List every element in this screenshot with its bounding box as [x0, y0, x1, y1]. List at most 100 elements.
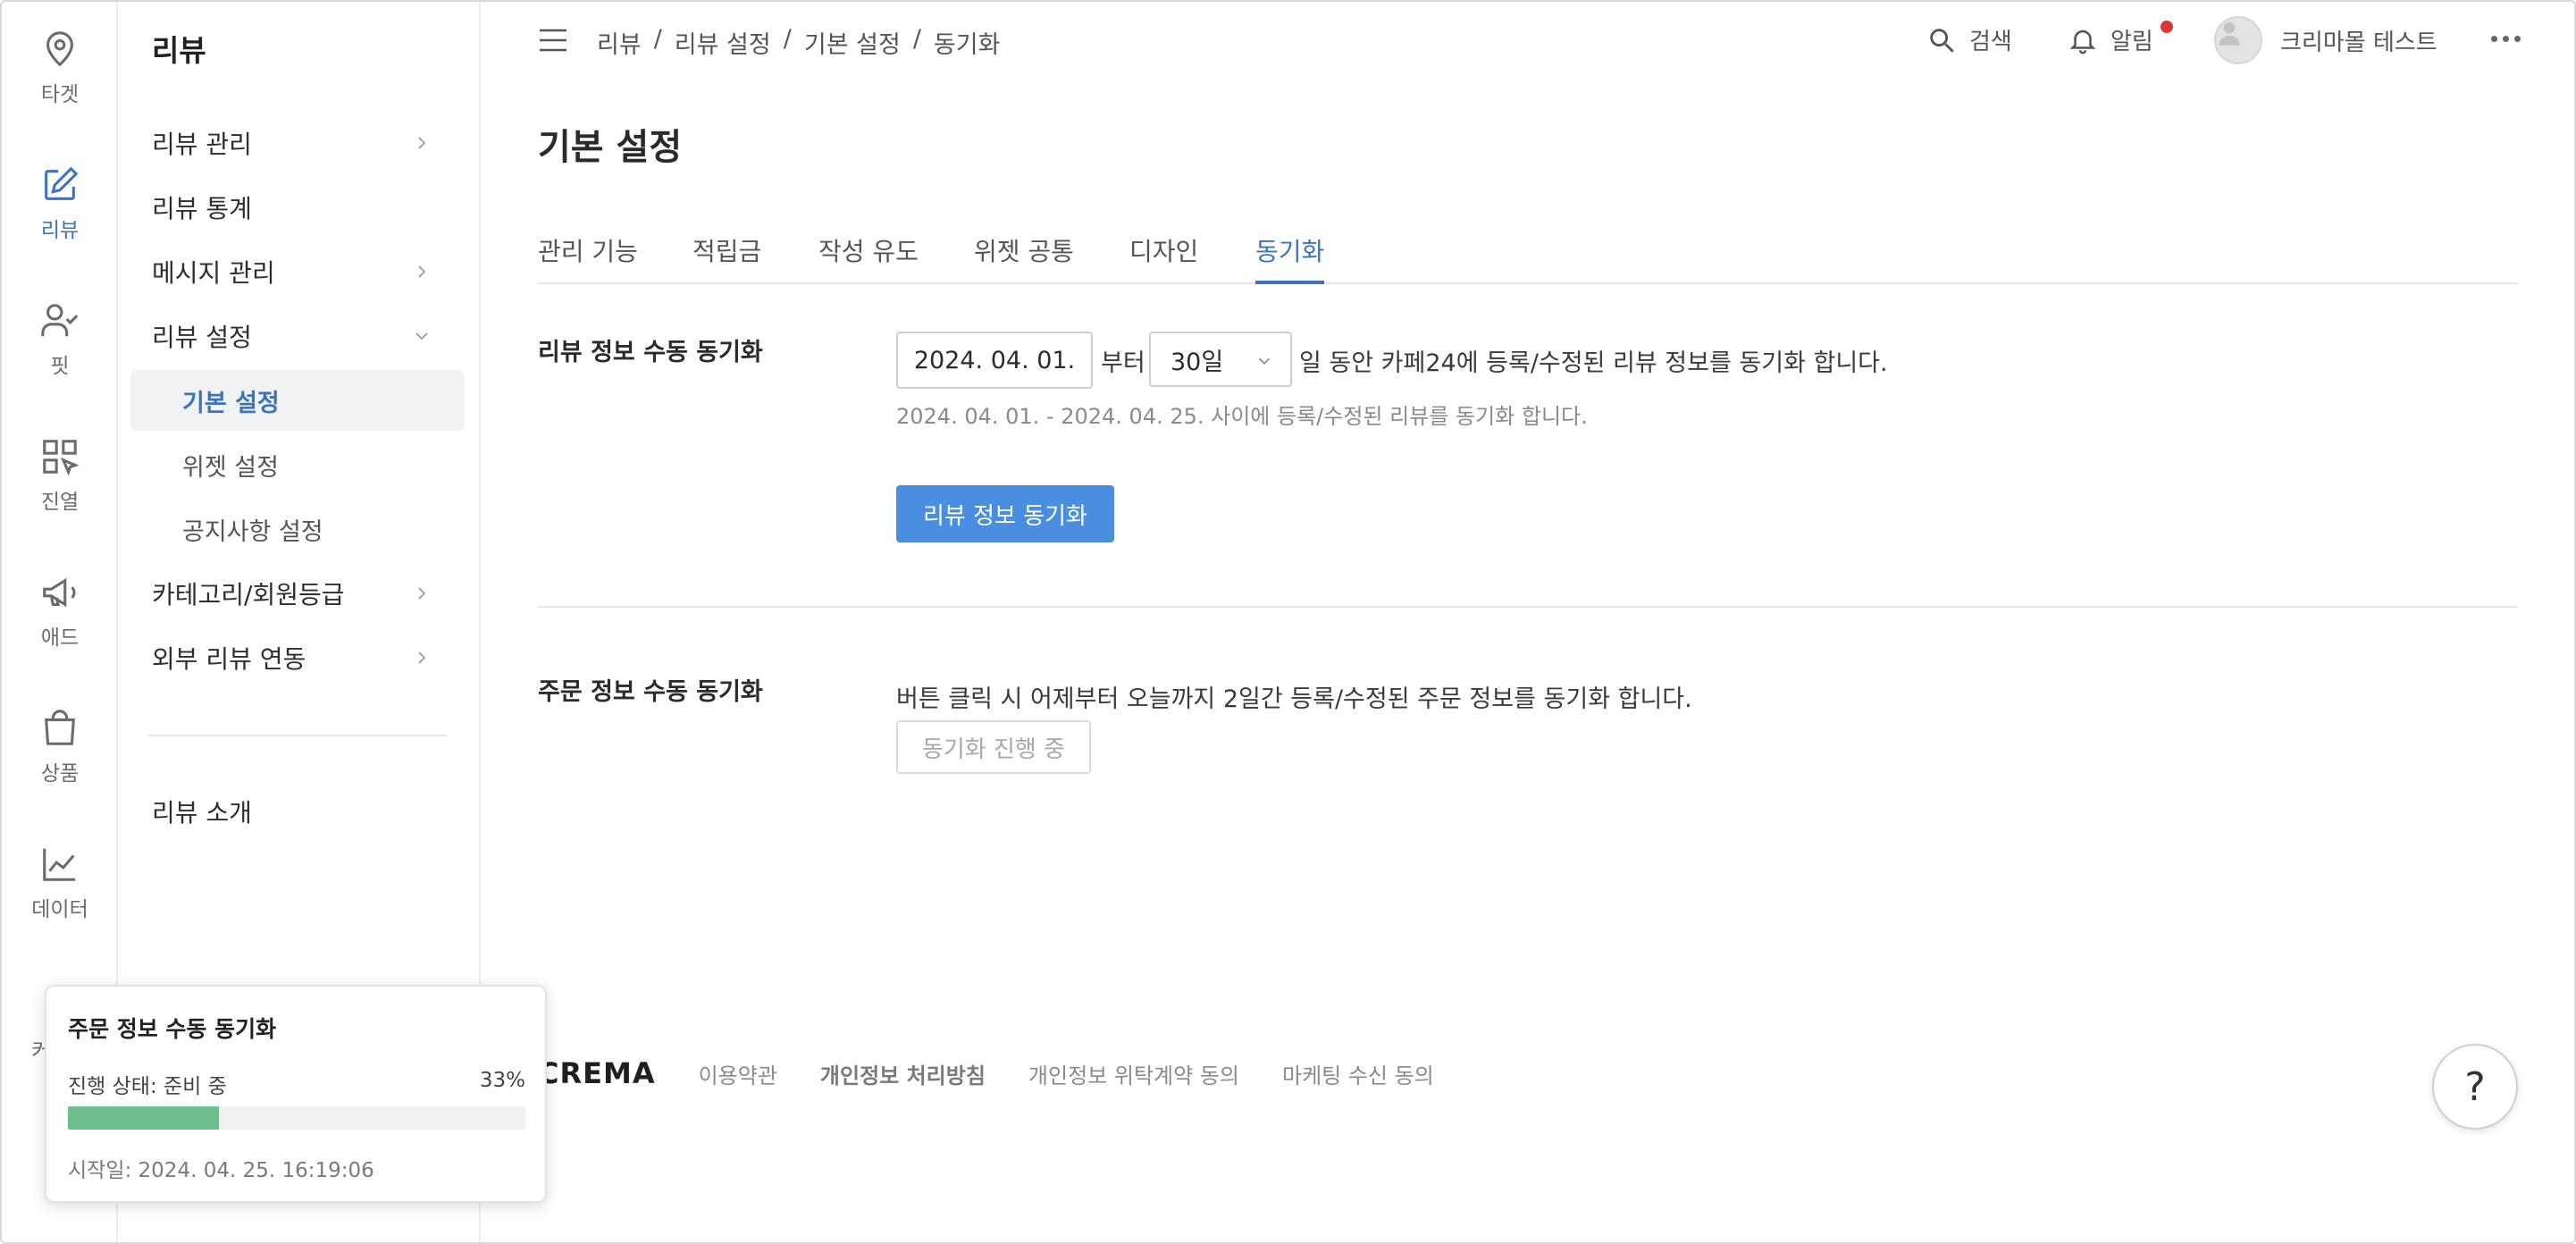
page-footer: CREMA 이용약관 개인정보 처리방침 개인정보 위탁계약 동의 마케팅 수신…	[538, 1056, 1477, 1090]
nav-item-label: 메시지 관리	[152, 258, 275, 288]
breadcrumb-separator: /	[912, 25, 921, 53]
breadcrumb-item[interactable]: 기본 설정	[804, 25, 901, 60]
sync-start-date-input[interactable]: 2024. 04. 01.	[896, 332, 1093, 389]
chevron-right-icon	[418, 265, 426, 278]
section-title: 리뷰	[152, 33, 206, 68]
order-sync-in-progress-button: 동기화 진행 중	[896, 720, 1091, 774]
nav-item-review-intro[interactable]: 리뷰 소개	[152, 781, 454, 842]
user-menu[interactable]: 크리마몰 테스트	[2214, 16, 2438, 64]
bell-icon	[2069, 29, 2096, 54]
chevron-down-icon	[1258, 357, 1271, 365]
top-bar: 리뷰 / 리뷰 설정 / 기본 설정 / 동기화 검색 알림 크리마몰 테스트	[481, 2, 2574, 80]
search-icon	[1930, 28, 1954, 53]
avatar	[2214, 16, 2262, 64]
breadcrumb-separator: /	[783, 25, 792, 53]
map-pin-icon	[46, 31, 73, 67]
chevron-down-icon	[415, 332, 428, 340]
from-text: 부터	[1101, 349, 1145, 377]
breadcrumb: 리뷰 / 리뷰 설정 / 기본 설정 / 동기화	[597, 25, 1000, 60]
nav-item-category-grade[interactable]: 카테고리/회원등급	[152, 563, 454, 624]
rail-item-display[interactable]: 진열	[2, 436, 118, 515]
nav-item-label: 카테고리/회원등급	[152, 580, 345, 609]
nav-item-review-manage[interactable]: 리뷰 관리	[152, 113, 454, 173]
rail-item-product[interactable]: 상품	[2, 708, 118, 786]
tab-sync[interactable]: 동기화	[1255, 232, 1325, 284]
rail-item-label: 리뷰	[40, 219, 80, 242]
rail-item-label: 진열	[40, 491, 80, 514]
tab-points[interactable]: 적립금	[692, 232, 761, 284]
nav-item-notice-settings[interactable]: 공지사항 설정	[130, 499, 465, 559]
footer-link-marketing-consent[interactable]: 마케팅 수신 동의	[1282, 1058, 1434, 1089]
megaphone-icon	[43, 577, 76, 608]
nav-divider	[148, 735, 447, 736]
tab-management[interactable]: 관리 기능	[538, 232, 638, 284]
nav-item-label: 리뷰 설정	[152, 323, 252, 352]
page-title: 기본 설정	[538, 127, 683, 168]
help-button[interactable]: ?	[2432, 1044, 2518, 1130]
nav-item-label: 리뷰 통계	[152, 194, 252, 223]
tab-widget-common[interactable]: 위젯 공통	[974, 232, 1074, 284]
nav-item-external-review[interactable]: 외부 리뷰 연동	[152, 627, 454, 688]
notification-dot	[2161, 21, 2173, 33]
more-dot	[2503, 36, 2509, 42]
settings-tabs: 관리 기능 적립금 작성 유도 위젯 공통 디자인 동기화	[538, 225, 2518, 284]
more-options-button[interactable]	[2491, 36, 2521, 42]
more-dot	[2491, 36, 2497, 42]
footer-link-outsourcing-consent[interactable]: 개인정보 위탁계약 동의	[1028, 1058, 1239, 1089]
rail-item-review[interactable]: 리뷰	[2, 164, 118, 243]
sync-period-value: 30일	[1171, 348, 1224, 376]
nav-item-label: 리뷰 관리	[152, 130, 252, 159]
shopping-bag-icon	[45, 710, 75, 745]
avatar-silhouette-icon	[2219, 21, 2240, 46]
nav-item-label: 위젯 설정	[182, 453, 279, 482]
nav-item-review-stats[interactable]: 리뷰 통계	[152, 177, 454, 238]
sync-period-select[interactable]: 30일	[1149, 332, 1292, 387]
progress-bar	[68, 1106, 525, 1130]
rail-item-label: 애드	[40, 626, 80, 650]
rail-item-data[interactable]: 데이터	[2, 844, 118, 922]
brand-logo: CREMA	[538, 1056, 656, 1090]
review-sync-range-hint: 2024. 04. 01. - 2024. 04. 25. 사이에 등록/수정된…	[896, 404, 1588, 429]
user-check-icon	[41, 304, 79, 337]
breadcrumb-current: 동기화	[933, 31, 1001, 59]
sync-progress-popover: 주문 정보 수동 동기화 진행 상태: 준비 중 33% 시작일: 2024. …	[45, 985, 547, 1203]
nav-item-label: 공지사항 설정	[182, 517, 323, 546]
nav-item-widget-settings[interactable]: 위젯 설정	[130, 434, 465, 495]
rail-item-fit[interactable]: 핏	[2, 300, 118, 379]
progress-bar-fill	[68, 1106, 219, 1130]
order-sync-description: 버튼 클릭 시 어제부터 오늘까지 2일간 등록/수정된 주문 정보를 동기화 …	[896, 685, 1692, 713]
breadcrumb-item[interactable]: 리뷰	[597, 25, 642, 60]
search-button[interactable]: 검색	[1926, 23, 2012, 56]
tab-design[interactable]: 디자인	[1129, 232, 1198, 284]
footer-link-privacy[interactable]: 개인정보 처리방침	[820, 1058, 986, 1089]
progress-start-time: 시작일: 2024. 04. 25. 16:19:06	[68, 1159, 374, 1182]
footer-link-terms[interactable]: 이용약관	[699, 1058, 777, 1089]
nav-item-review-settings[interactable]: 리뷰 설정	[152, 306, 454, 366]
user-name: 크리마몰 테스트	[2280, 29, 2438, 56]
rail-item-label: 타겟	[40, 83, 80, 106]
notifications-button[interactable]: 알림	[2068, 23, 2153, 56]
chevron-right-icon	[418, 137, 426, 149]
app-window: 타겟 리뷰 핏 진열 애드 상품 데이터 커넥트	[0, 0, 2576, 1244]
review-sync-description: 일 동안 카페24에 등록/수정된 리뷰 정보를 동기화 합니다.	[1299, 349, 1888, 377]
breadcrumb-item[interactable]: 리뷰 설정	[675, 25, 771, 60]
menu-icon[interactable]	[538, 27, 568, 54]
nav-item-message-manage[interactable]: 메시지 관리	[152, 241, 454, 302]
progress-status: 진행 상태: 준비 중	[68, 1075, 227, 1098]
rail-item-label: 데이터	[31, 898, 88, 921]
review-sync-button[interactable]: 리뷰 정보 동기화	[896, 485, 1114, 542]
nav-item-label: 기본 설정	[182, 389, 280, 417]
nav-item-label: 외부 리뷰 연동	[152, 644, 306, 674]
more-dot	[2514, 36, 2521, 42]
rail-item-label: 상품	[40, 762, 80, 786]
rail-item-ad[interactable]: 애드	[2, 572, 118, 651]
popover-title: 주문 정보 수동 동기화	[68, 1016, 277, 1042]
search-label: 검색	[1969, 29, 2012, 55]
rail-item-label: 핏	[50, 355, 70, 378]
rail-item-target[interactable]: 타겟	[2, 29, 118, 107]
tab-writing-incentive[interactable]: 작성 유도	[818, 232, 919, 284]
notifications-label: 알림	[2110, 29, 2153, 55]
section-divider	[538, 606, 2518, 608]
review-sync-label: 리뷰 정보 수동 동기화	[538, 339, 763, 366]
nav-item-basic-settings[interactable]: 기본 설정	[130, 370, 465, 431]
